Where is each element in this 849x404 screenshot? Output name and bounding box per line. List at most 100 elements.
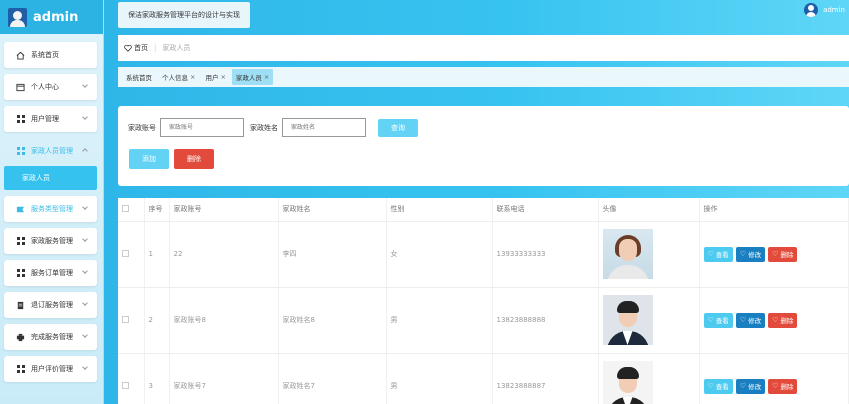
sidebar-subitem-label: 家政人员	[22, 174, 50, 182]
grid-icon	[16, 115, 25, 124]
search-panel: 家政账号 家政姓名 查询 添加 删除	[118, 106, 849, 186]
tab-label: 系统首页	[126, 74, 152, 82]
tab-users[interactable]: 用户 ×	[201, 69, 229, 85]
breadcrumb-home[interactable]: 首页	[124, 43, 148, 53]
grid-icon	[16, 237, 25, 246]
sidebar-item-label: 用户管理	[31, 115, 59, 123]
cell-gender: 男	[386, 287, 493, 354]
cell-account: 家政账号8	[169, 287, 279, 354]
col-name: 家政姓名	[278, 198, 387, 222]
row-select-cell[interactable]	[118, 221, 145, 288]
view-label: 查看	[715, 251, 729, 259]
cell-gender: 男	[386, 353, 493, 404]
row-checkbox[interactable]	[122, 315, 129, 323]
avatar	[602, 361, 653, 404]
tab-label: 家政人员	[235, 74, 262, 82]
sidebar-item-service-type[interactable]: 服务类型管理	[4, 196, 97, 222]
breadcrumb-home-label: 首页	[134, 44, 148, 52]
calendar-icon	[16, 83, 25, 92]
row-delete-button[interactable]: ♡ 删除	[768, 378, 798, 394]
cell-gender: 女	[386, 221, 493, 288]
delete-label: 删除	[780, 383, 794, 391]
sidebar-item-label: 用户评价管理	[31, 365, 73, 373]
row-checkbox[interactable]	[122, 381, 129, 389]
cell-account: 家政账号7	[169, 353, 279, 404]
edit-button[interactable]: ♡ 修改	[735, 378, 766, 394]
cell-account: 22	[169, 221, 279, 288]
grid-icon	[16, 365, 25, 374]
sidebar-item-orders[interactable]: 服务订单管理	[4, 260, 97, 286]
tab-label: 用户	[205, 74, 219, 82]
delete-label: 删除	[780, 251, 794, 259]
row-select-cell[interactable]	[118, 353, 145, 404]
add-button[interactable]: 添加	[129, 149, 169, 169]
col-actions: 操作	[699, 198, 849, 222]
heart-icon: ♡	[772, 250, 779, 258]
view-button[interactable]: ♡ 查看	[703, 378, 733, 394]
sidebar-item-service[interactable]: 家政服务管理	[4, 228, 97, 254]
edit-button[interactable]: ♡ 修改	[735, 246, 766, 262]
col-index: 序号	[144, 198, 170, 222]
account-input[interactable]	[160, 118, 244, 137]
sidebar: admin 系统首页 个人中心 用户管理 家政人员管理 家政人员 服务类型管理 …	[0, 0, 104, 404]
heart-icon: ♡	[707, 382, 714, 390]
table-row: 3 家政账号7 家政姓名7 男 13823888887 ♡ 查看 ♡ 修改 ♡ 删除	[118, 353, 849, 404]
heart-icon: ♡	[739, 382, 747, 390]
sidebar-item-users[interactable]: 用户管理	[4, 106, 97, 132]
table-row: 1 22 李四 女 13933333333 ♡ 查看 ♡ 修改 ♡ 删除	[118, 221, 849, 288]
query-button[interactable]: 查询	[378, 118, 418, 137]
edit-label: 修改	[748, 383, 762, 391]
select-all-cell[interactable]	[118, 198, 145, 222]
edit-button[interactable]: ♡ 修改	[735, 312, 766, 328]
sidebar-item-label: 服务类型管理	[31, 205, 73, 213]
view-button[interactable]: ♡ 查看	[703, 312, 733, 328]
tab-profile[interactable]: 个人信息 ×	[158, 69, 199, 85]
cell-name: 家政姓名8	[278, 287, 387, 354]
delete-button[interactable]: 删除	[174, 149, 214, 169]
brand: admin	[0, 0, 103, 34]
heart-icon: ♡	[739, 316, 747, 324]
chevron-down-icon	[82, 268, 88, 274]
tab-home[interactable]: 系统首页	[122, 69, 156, 85]
sidebar-item-profile[interactable]: 个人中心	[4, 74, 97, 100]
name-label: 家政姓名	[250, 123, 278, 132]
sidebar-subitem-staff[interactable]: 家政人员	[4, 166, 97, 190]
sidebar-item-reviews[interactable]: 用户评价管理	[4, 356, 97, 382]
close-icon[interactable]: ×	[264, 73, 269, 81]
cell-actions: ♡ 查看 ♡ 修改 ♡ 删除	[699, 221, 849, 288]
sidebar-item-label: 系统首页	[31, 51, 59, 59]
tag-icon	[16, 205, 25, 214]
name-input[interactable]	[282, 118, 366, 137]
row-select-cell[interactable]	[118, 287, 145, 354]
user-menu[interactable]: admin	[804, 3, 845, 17]
tab-staff[interactable]: 家政人员 ×	[231, 69, 274, 85]
staff-table: 序号 家政账号 家政姓名 性别 联系电话 头像 操作 1 22 李四 女 139…	[118, 198, 849, 404]
close-icon[interactable]: ×	[190, 73, 195, 81]
sidebar-item-unsubscribe[interactable]: 退订服务管理	[4, 292, 97, 318]
sidebar-item-home[interactable]: 系统首页	[4, 42, 97, 68]
row-checkbox[interactable]	[122, 249, 129, 257]
sidebar-item-completed[interactable]: 完成服务管理	[4, 324, 97, 350]
view-button[interactable]: ♡ 查看	[703, 246, 733, 262]
printer-icon	[16, 333, 25, 342]
chevron-down-icon	[82, 114, 88, 120]
tabs-bar: 系统首页 个人信息 × 用户 × 家政人员 ×	[118, 67, 849, 87]
sidebar-item-label: 个人中心	[31, 83, 59, 91]
sidebar-menu: 系统首页 个人中心 用户管理 家政人员管理 家政人员 服务类型管理 家政服务管理…	[0, 34, 103, 382]
heart-icon: ♡	[707, 316, 714, 324]
col-gender: 性别	[386, 198, 493, 222]
sidebar-item-staff-management[interactable]: 家政人员管理	[4, 138, 97, 164]
cell-phone: 13933333333	[492, 221, 599, 288]
row-delete-button[interactable]: ♡ 删除	[768, 312, 798, 328]
search-row: 家政账号 家政姓名 查询	[128, 118, 418, 137]
close-icon[interactable]: ×	[220, 73, 225, 81]
delete-label: 删除	[780, 317, 794, 325]
chevron-down-icon	[82, 82, 88, 88]
user-name: admin	[823, 6, 845, 14]
cell-phone: 13823888888	[492, 287, 599, 354]
select-all-checkbox[interactable]	[122, 204, 129, 212]
view-label: 查看	[715, 383, 729, 391]
row-delete-button[interactable]: ♡ 删除	[768, 246, 798, 262]
cell-avatar	[598, 221, 700, 288]
tab-label: 个人信息	[162, 74, 188, 82]
